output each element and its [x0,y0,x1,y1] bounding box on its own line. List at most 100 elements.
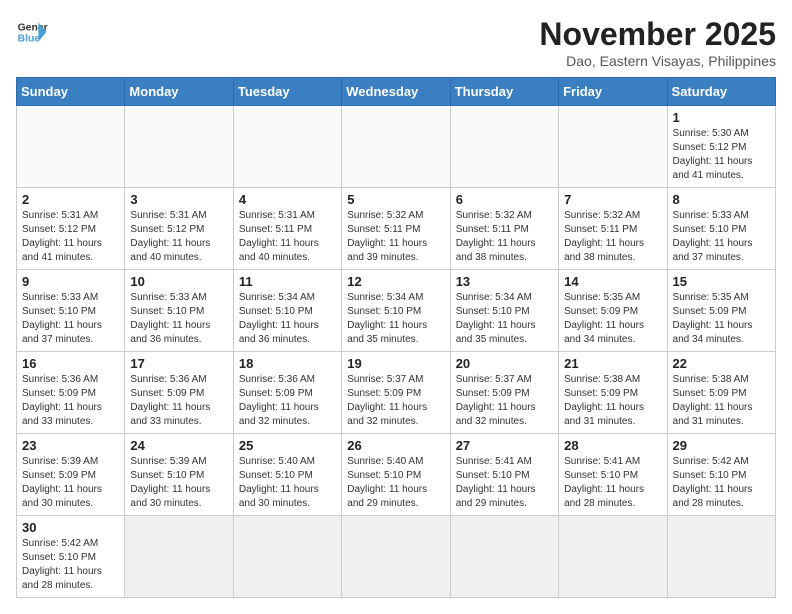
calendar-cell: 6Sunrise: 5:32 AM Sunset: 5:11 PM Daylig… [450,188,558,270]
day-number: 12 [347,274,444,289]
weekday-header-thursday: Thursday [450,78,558,106]
calendar-cell [233,516,341,598]
day-info: Sunrise: 5:31 AM Sunset: 5:12 PM Dayligh… [22,209,119,265]
day-info: Sunrise: 5:40 AM Sunset: 5:10 PM Dayligh… [239,455,336,511]
day-info: Sunrise: 5:34 AM Sunset: 5:10 PM Dayligh… [239,291,336,347]
day-number: 3 [130,192,227,207]
weekday-header-monday: Monday [125,78,233,106]
calendar-cell: 2 Sunrise: 5:31 AM Sunset: 5:12 PM Daylig… [17,188,125,270]
calendar-cell: 10Sunrise: 5:33 AM Sunset: 5:10 PM Dayli… [125,270,233,352]
day-number: 18 [239,356,336,371]
calendar-cell [125,106,233,188]
weekday-header-wednesday: Wednesday [342,78,450,106]
day-number: 15 [673,274,770,289]
calendar-cell: 8 Sunrise: 5:33 AM Sunset: 5:10 PM Daylig… [667,188,775,270]
page-header: General Blue November 2025 Dao, Eastern … [16,16,776,69]
day-number: 27 [456,438,553,453]
day-number: 23 [22,438,119,453]
calendar-cell: 1 Sunrise: 5:30 AM Sunset: 5:12 PM Daylig… [667,106,775,188]
calendar-cell [233,106,341,188]
day-info: Sunrise: 5:39 AM Sunset: 5:10 PM Dayligh… [130,455,227,511]
calendar-cell [450,106,558,188]
day-number: 29 [673,438,770,453]
day-info: Sunrise: 5:34 AM Sunset: 5:10 PM Dayligh… [347,291,444,347]
title-block: November 2025 Dao, Eastern Visayas, Phil… [539,16,776,69]
calendar-cell: 5 Sunrise: 5:32 AM Sunset: 5:11 PM Daylig… [342,188,450,270]
calendar-cell: 30Sunrise: 5:42 AM Sunset: 5:10 PM Dayli… [17,516,125,598]
calendar-cell: 25 Sunrise: 5:40 AM Sunset: 5:10 PM Dayli… [233,434,341,516]
calendar-cell: 29 Sunrise: 5:42 AM Sunset: 5:10 PM Dayli… [667,434,775,516]
day-info: Sunrise: 5:30 AM Sunset: 5:12 PM Dayligh… [673,127,770,183]
day-info: Sunrise: 5:32 AM Sunset: 5:11 PM Dayligh… [564,209,661,265]
day-number: 8 [673,192,770,207]
calendar-cell: 16 Sunrise: 5:36 AM Sunset: 5:09 PM Dayli… [17,352,125,434]
day-number: 16 [22,356,119,371]
calendar-cell [559,106,667,188]
day-number: 4 [239,192,336,207]
calendar-cell: 21Sunrise: 5:38 AM Sunset: 5:09 PM Dayli… [559,352,667,434]
day-number: 26 [347,438,444,453]
month-title: November 2025 [539,16,776,53]
location-subtitle: Dao, Eastern Visayas, Philippines [539,53,776,69]
calendar-cell: 26Sunrise: 5:40 AM Sunset: 5:10 PM Dayli… [342,434,450,516]
day-info: Sunrise: 5:42 AM Sunset: 5:10 PM Dayligh… [22,537,119,593]
calendar-cell [667,516,775,598]
calendar-cell: 22 Sunrise: 5:38 AM Sunset: 5:09 PM Dayli… [667,352,775,434]
calendar-cell: 20 Sunrise: 5:37 AM Sunset: 5:09 PM Dayli… [450,352,558,434]
calendar-week-4: 23 Sunrise: 5:39 AM Sunset: 5:09 PM Dayli… [17,434,776,516]
calendar-week-0: 1 Sunrise: 5:30 AM Sunset: 5:12 PM Daylig… [17,106,776,188]
day-number: 7 [564,192,661,207]
day-info: Sunrise: 5:33 AM Sunset: 5:10 PM Dayligh… [673,209,770,265]
logo: General Blue [16,16,48,48]
day-info: Sunrise: 5:38 AM Sunset: 5:09 PM Dayligh… [673,373,770,429]
calendar-cell: 23 Sunrise: 5:39 AM Sunset: 5:09 PM Dayli… [17,434,125,516]
calendar-cell [559,516,667,598]
day-number: 21 [564,356,661,371]
calendar-cell: 9Sunrise: 5:33 AM Sunset: 5:10 PM Daylig… [17,270,125,352]
day-number: 11 [239,274,336,289]
calendar-week-5: 30Sunrise: 5:42 AM Sunset: 5:10 PM Dayli… [17,516,776,598]
calendar-cell: 13Sunrise: 5:34 AM Sunset: 5:10 PM Dayli… [450,270,558,352]
day-number: 17 [130,356,227,371]
calendar-cell: 11 Sunrise: 5:34 AM Sunset: 5:10 PM Dayli… [233,270,341,352]
day-info: Sunrise: 5:32 AM Sunset: 5:11 PM Dayligh… [347,209,444,265]
day-number: 22 [673,356,770,371]
calendar-cell: 17Sunrise: 5:36 AM Sunset: 5:09 PM Dayli… [125,352,233,434]
day-info: Sunrise: 5:37 AM Sunset: 5:09 PM Dayligh… [456,373,553,429]
day-info: Sunrise: 5:37 AM Sunset: 5:09 PM Dayligh… [347,373,444,429]
calendar-cell: 15Sunrise: 5:35 AM Sunset: 5:09 PM Dayli… [667,270,775,352]
day-number: 20 [456,356,553,371]
weekday-header-tuesday: Tuesday [233,78,341,106]
day-info: Sunrise: 5:39 AM Sunset: 5:09 PM Dayligh… [22,455,119,511]
calendar-week-1: 2 Sunrise: 5:31 AM Sunset: 5:12 PM Daylig… [17,188,776,270]
day-number: 1 [673,110,770,125]
day-info: Sunrise: 5:32 AM Sunset: 5:11 PM Dayligh… [456,209,553,265]
calendar-week-2: 9Sunrise: 5:33 AM Sunset: 5:10 PM Daylig… [17,270,776,352]
weekday-header-saturday: Saturday [667,78,775,106]
calendar-cell [17,106,125,188]
calendar-table: SundayMondayTuesdayWednesdayThursdayFrid… [16,77,776,598]
day-info: Sunrise: 5:34 AM Sunset: 5:10 PM Dayligh… [456,291,553,347]
day-number: 2 [22,192,119,207]
calendar-cell [125,516,233,598]
day-number: 19 [347,356,444,371]
day-number: 28 [564,438,661,453]
weekday-header-friday: Friday [559,78,667,106]
calendar-cell [342,106,450,188]
day-info: Sunrise: 5:36 AM Sunset: 5:09 PM Dayligh… [22,373,119,429]
day-info: Sunrise: 5:31 AM Sunset: 5:12 PM Dayligh… [130,209,227,265]
day-info: Sunrise: 5:35 AM Sunset: 5:09 PM Dayligh… [564,291,661,347]
day-number: 10 [130,274,227,289]
day-number: 25 [239,438,336,453]
day-number: 9 [22,274,119,289]
calendar-cell [342,516,450,598]
day-number: 24 [130,438,227,453]
day-info: Sunrise: 5:42 AM Sunset: 5:10 PM Dayligh… [673,455,770,511]
weekday-header-sunday: Sunday [17,78,125,106]
calendar-cell: 7 Sunrise: 5:32 AM Sunset: 5:11 PM Daylig… [559,188,667,270]
day-info: Sunrise: 5:31 AM Sunset: 5:11 PM Dayligh… [239,209,336,265]
logo-svg: General Blue [16,16,48,48]
calendar-cell: 3 Sunrise: 5:31 AM Sunset: 5:12 PM Daylig… [125,188,233,270]
svg-text:Blue: Blue [18,34,41,45]
day-number: 5 [347,192,444,207]
